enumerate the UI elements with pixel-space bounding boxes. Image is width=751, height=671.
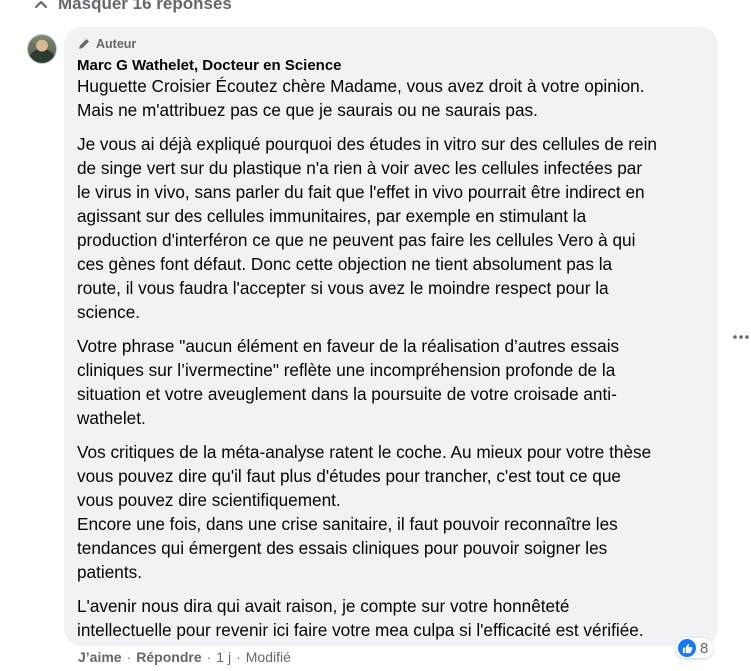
author-badge-label: Auteur	[96, 37, 137, 51]
thumbs-up-icon	[678, 639, 696, 657]
reply-button[interactable]: Répondre	[136, 649, 201, 665]
comment-actions: J’aime · Répondre · 1 j · Modifié	[78, 649, 291, 665]
comment-bubble: Auteur Marc G Wathelet, Docteur en Scien…	[64, 27, 718, 646]
separator-dot: ·	[236, 649, 241, 665]
comment-paragraph: L'avenir nous dira qui avait raison, je …	[77, 596, 644, 640]
comment-paragraph: Huguette Croisier Écoutez chère Madame, …	[77, 76, 645, 120]
chevron-up-icon	[34, 0, 48, 9]
separator-dot: ·	[126, 649, 132, 665]
hide-replies-toggle[interactable]: Masquer 16 réponses	[34, 0, 232, 14]
separator-dot: ·	[206, 649, 212, 665]
comment-paragraph: Vos critiques de la méta-analyse ratent …	[77, 442, 652, 582]
comment-paragraph: Je vous ai déjà expliqué pourquoi des ét…	[77, 134, 657, 322]
reaction-summary[interactable]: 8	[676, 638, 714, 658]
pencil-icon	[79, 37, 91, 49]
more-options-icon[interactable]	[732, 329, 750, 345]
author-badge: Auteur	[77, 37, 705, 51]
avatar[interactable]	[27, 34, 57, 64]
reaction-count: 8	[700, 639, 709, 657]
comment-paragraph: Votre phrase "aucun élément en faveur de…	[77, 336, 620, 428]
like-button[interactable]: J’aime	[78, 649, 122, 665]
edited-label[interactable]: Modifié	[246, 649, 291, 665]
hide-replies-label: Masquer 16 réponses	[58, 0, 232, 13]
comment-timestamp[interactable]: 1 j	[216, 649, 231, 665]
comment-author[interactable]: Marc G Wathelet, Docteur en Science	[77, 57, 705, 74]
